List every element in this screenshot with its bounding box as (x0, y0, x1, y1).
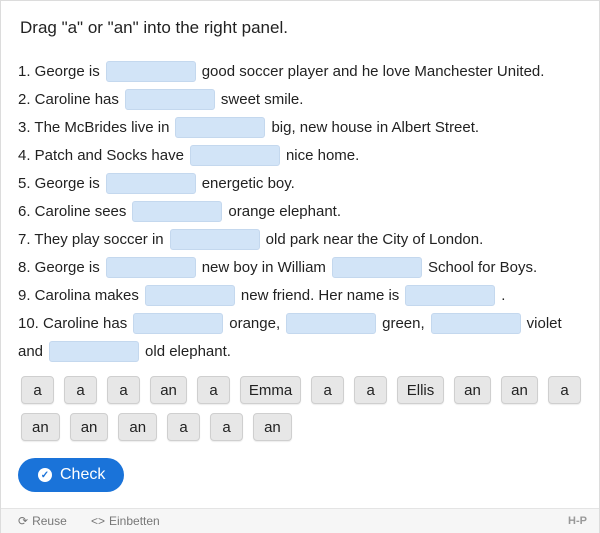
sentence-text: big, new house in Albert Street. (271, 118, 480, 136)
drop-zone[interactable] (49, 340, 140, 362)
draggable-word[interactable]: a (167, 413, 201, 441)
draggable-word[interactable]: Ellis (397, 376, 444, 404)
sentence-text: new boy in William (201, 258, 326, 276)
embed-label: Einbetten (109, 514, 160, 528)
draggable-word[interactable]: an (150, 376, 188, 404)
sentence-2: 2. Caroline has sweet smile. (18, 85, 588, 113)
check-button[interactable]: ✓ Check (18, 458, 124, 492)
drop-zone[interactable] (124, 88, 215, 110)
sentence-6: 6. Caroline sees orange elephant. (18, 197, 588, 225)
sentence-text: energetic boy. (201, 174, 295, 192)
drop-zone[interactable] (169, 228, 260, 250)
sentence-text: orange, (229, 314, 281, 332)
drop-zone[interactable] (189, 144, 280, 166)
sentence-text: 2. Caroline has (18, 90, 119, 108)
sentence-4: 4. Patch and Socks have nice home. (18, 141, 588, 169)
sentence-text: and (18, 342, 44, 360)
sentence-text: . (501, 286, 506, 304)
sentence-text: 8. George is (18, 258, 100, 276)
h5p-container: Drag "a" or "an" into the right panel. 1… (0, 0, 600, 533)
sentence-text: good soccer player and he love Mancheste… (201, 62, 545, 80)
word-row: an an an a a an (21, 413, 581, 441)
sentence-text: 3. The McBrides live in (18, 118, 170, 136)
sentence-3: 3. The McBrides live in big, new house i… (18, 113, 588, 141)
sentence-7: 7. They play soccer in old park near the… (18, 225, 588, 253)
sentence-text: 1. George is (18, 62, 100, 80)
drop-zone[interactable] (430, 312, 521, 334)
draggable-word[interactable]: a (64, 376, 97, 404)
draggable-word[interactable]: a (197, 376, 231, 404)
reuse-link[interactable]: ⟳ Reuse (18, 514, 67, 528)
draggable-word[interactable]: a (548, 376, 582, 404)
check-button-label: Check (60, 466, 106, 483)
sentence-text: 10. Caroline has (18, 314, 128, 332)
drop-zone[interactable] (175, 116, 266, 138)
sentence-9: 9. Carolina makes new friend. Her name i… (18, 281, 588, 309)
draggable-word[interactable]: a (354, 376, 388, 404)
drop-zone[interactable] (105, 172, 196, 194)
draggable-word[interactable]: an (69, 413, 109, 441)
sentence-text: sweet smile. (220, 90, 304, 108)
sentence-text: 7. They play soccer in (18, 230, 164, 248)
footer-bar: ⟳ Reuse <> Einbetten H-P (1, 508, 599, 533)
sentence-text: new friend. Her name is (240, 286, 400, 304)
draggable-word[interactable]: a (210, 413, 244, 441)
check-circle-icon: ✓ (38, 468, 52, 482)
draggable-word[interactable]: an (118, 413, 158, 441)
word-row: a a a an a Emma a a Ellis an an a (21, 376, 582, 404)
word-bank: a a a an a Emma a a Ellis an an a an an … (21, 376, 582, 450)
sentence-text: nice home. (285, 146, 360, 164)
h5p-logo[interactable]: H-P (568, 515, 587, 527)
drop-zone[interactable] (405, 284, 496, 306)
sentence-text: 5. George is (18, 174, 100, 192)
sentence-text: violet (526, 314, 562, 332)
draggable-word[interactable]: an (453, 376, 491, 404)
draggable-word[interactable]: a (311, 376, 345, 404)
sentence-list: 1. George is good soccer player and he l… (18, 57, 588, 365)
sentence-text: old park near the City of London. (265, 230, 484, 248)
draggable-word[interactable]: Emma (240, 376, 302, 404)
drop-zone[interactable] (132, 200, 223, 222)
sentence-text: 9. Carolina makes (18, 286, 139, 304)
sentence-text: 6. Caroline sees (18, 202, 127, 220)
draggable-word[interactable]: a (21, 376, 54, 404)
code-icon: <> (91, 514, 106, 528)
sentence-8: 8. George is new boy in William School f… (18, 253, 588, 281)
draggable-word[interactable]: an (21, 413, 60, 441)
draggable-word[interactable]: a (107, 376, 140, 404)
drop-zone[interactable] (133, 312, 224, 334)
sentence-text: old elephant. (145, 342, 231, 360)
sentence-5: 5. George is energetic boy. (18, 169, 588, 197)
sentence-1: 1. George is good soccer player and he l… (18, 57, 588, 85)
draggable-word[interactable]: an (500, 376, 539, 404)
sentence-text: orange elephant. (228, 202, 342, 220)
sentence-text: green, (382, 314, 425, 332)
drop-zone[interactable] (331, 256, 422, 278)
drop-zone[interactable] (144, 284, 235, 306)
reuse-label: Reuse (32, 514, 67, 528)
refresh-icon: ⟳ (18, 514, 29, 528)
draggable-word[interactable]: an (253, 413, 292, 441)
drop-zone[interactable] (286, 312, 377, 334)
sentence-text: 4. Patch and Socks have (18, 146, 184, 164)
sentence-10-continued: and old elephant. (18, 337, 588, 365)
task-title: Drag "a" or "an" into the right panel. (20, 18, 288, 37)
drop-zone[interactable] (105, 256, 196, 278)
drop-zone[interactable] (105, 60, 196, 82)
sentence-10: 10. Caroline has orange, green, violet (18, 309, 588, 337)
embed-link[interactable]: <> Einbetten (91, 514, 160, 528)
sentence-text: School for Boys. (427, 258, 538, 276)
